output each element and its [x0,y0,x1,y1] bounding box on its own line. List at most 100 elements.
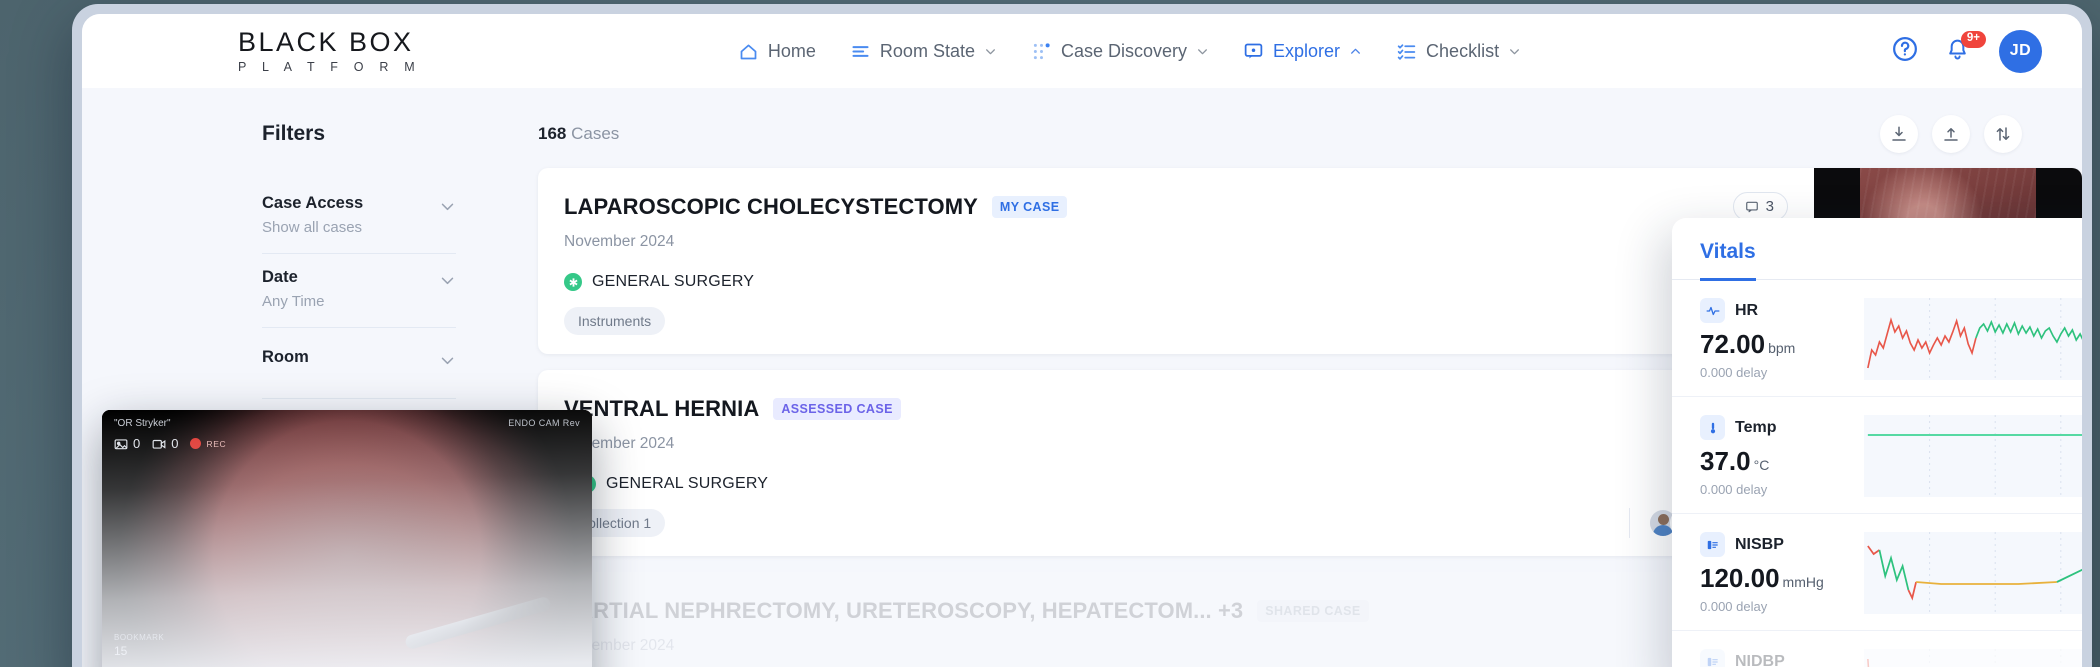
vital-delay: 0.000 delay [1700,365,1768,380]
vitals-tab[interactable]: Vitals [1700,240,1756,281]
video-icon [152,439,166,449]
chevron-down-icon [439,348,456,374]
vital-graph-nisbp[interactable] [1864,532,2082,614]
app-logo[interactable]: BLACK BOX P L A T F O R M [118,28,415,74]
nav-label: Checklist [1426,40,1500,61]
case-specialty: GENERAL SURGERY [578,475,1788,493]
vital-row-hr: HR 72.00 bpm 0.000 delay [1672,280,2082,397]
upload-button[interactable] [1932,115,1970,153]
video-clip-counter[interactable]: 0 [152,436,178,451]
vital-name: HR [1735,301,1759,319]
video-player-overlay[interactable]: "OR Stryker" 0 0 REC ENDO CAM Rev BOOKMA… [102,410,592,667]
nav-right-actions: 9+ JD [1891,29,2056,73]
screen-backdrop: BLACK BOX P L A T F O R M Home Room Stat… [0,0,2100,667]
case-count-number: 168 [538,124,567,143]
case-title-row: PARTIAL NEPHRECTOMY, URETEROSCOPY, HEPAT… [564,596,1788,625]
vital-unit: °C [1753,457,1770,473]
nav-menu: Home Room State Case Discovery Explorer … [368,41,1891,62]
specialty-icon [564,273,582,291]
nav-item-room-state[interactable]: Room State [850,41,997,62]
vital-name-row: HR [1700,298,1848,323]
notification-badge: 9+ [1960,31,1986,48]
blood-pressure-icon [1700,649,1725,667]
vitals-panel: Vitals HR 72.00 bpm 0.000 delay Temp 37.… [1672,218,2082,667]
image-icon [114,438,128,449]
vital-info: NIDBP 80.00mmHg 0.000 delay [1700,649,1848,667]
nav-item-checklist[interactable]: Checklist [1396,41,1521,62]
comment-count: 3 [1765,198,1774,215]
case-list-header: 168 Cases [512,114,2082,154]
vital-value: 72.00 bpm [1700,329,1848,360]
nav-item-case-discovery[interactable]: Case Discovery [1031,41,1209,62]
vital-info: Temp 37.0 °C 0.000 delay [1700,415,1848,497]
case-date: November 2024 [564,637,675,654]
chevron-down-icon [439,268,456,294]
filter-date[interactable]: Date Any Time [262,254,456,328]
list-toolbar [1880,115,2022,153]
comment-icon [1745,201,1758,212]
vital-delay: 0.000 delay [1700,482,1768,497]
notifications-button[interactable]: 9+ [1945,31,1986,66]
vital-name: Temp [1735,418,1777,436]
divider [1629,508,1630,538]
comment-count-pill[interactable]: 3 [1732,192,1788,221]
vital-name-row: NISBP [1700,532,1848,557]
video-source-info: "OR Stryker" 0 0 REC [114,418,226,451]
case-card-footer: Instruments JD [564,306,1788,336]
video-source-label: "OR Stryker" [114,418,171,429]
vital-name-row: NIDBP [1700,649,1848,667]
download-button[interactable] [1880,115,1918,153]
chevron-up-icon [1349,45,1362,58]
case-access-badge: MY CASE [991,195,1068,218]
vital-delay: 0.000 delay [1700,599,1768,614]
help-circle-icon[interactable] [1891,35,1919,68]
vital-graph-hr[interactable] [1864,298,2082,380]
top-navigation-bar: BLACK BOX P L A T F O R M Home Room Stat… [82,14,2082,88]
nav-label: Room State [879,40,975,61]
vital-name: NISBP [1735,535,1784,553]
heart-rate-icon [1700,298,1725,323]
case-card-body: PARTIAL NEPHRECTOMY, URETEROSCOPY, HEPAT… [538,572,1814,667]
nav-item-home[interactable]: Home [738,41,816,62]
nav-label: Explorer [1273,40,1341,61]
vital-graph-nidbp[interactable] [1864,649,2082,667]
vital-graph-temp[interactable] [1864,415,2082,497]
filter-label: Date [262,268,298,286]
thermometer-icon [1700,415,1725,440]
case-tag[interactable]: Instruments [564,307,666,335]
medical-cross-icon [568,277,578,287]
vital-value: 37.0 °C [1700,446,1848,477]
vital-row-nisbp: NISBP 120.00 mmHg 0.000 delay [1672,514,2082,631]
vital-info: NISBP 120.00 mmHg 0.000 delay [1700,532,1848,614]
case-title-row: LAPAROSCOPIC CHOLECYSTECTOMY MY CASE 3 [564,192,1788,221]
vital-info: HR 72.00 bpm 0.000 delay [1700,298,1848,380]
case-title-row: VENTRAL HERNIA ASSESSED CASE 1 [564,394,1788,423]
recording-indicator: REC [190,438,226,449]
user-avatar[interactable]: JD [1999,29,2042,73]
home-icon [738,41,759,62]
case-count-unit: Cases [571,124,620,143]
filter-room[interactable]: Room [262,328,456,399]
bookmark-value: 15 [114,644,128,658]
filter-case-access[interactable]: Case Access Show all cases [262,180,456,254]
vital-number: 72.00 [1700,329,1766,359]
record-dot-icon [190,438,202,449]
video-bookmark-info: BOOKMARK 15 [114,633,164,658]
filters-title: Filters [262,122,326,145]
vital-row-temp: Temp 37.0 °C 0.000 delay [1672,397,2082,514]
checklist-icon [1396,41,1417,62]
photo-counter[interactable]: 0 [114,436,140,451]
filter-value: Show all cases [262,219,363,236]
case-count: 168 Cases [538,124,619,144]
nav-item-explorer[interactable]: Explorer [1243,41,1362,62]
case-card-body: VENTRAL HERNIA ASSESSED CASE 1 November … [538,370,1814,556]
vital-row-nidbp: NIDBP 80.00mmHg 0.000 delay [1672,631,2082,667]
upload-icon [1944,128,1958,141]
room-state-icon [850,41,871,62]
case-title: LAPAROSCOPIC CHOLECYSTECTOMY [564,193,978,219]
case-access-badge: SHARED CASE [1257,599,1369,622]
filter-label: Room [262,348,309,366]
filter-label: Case Access [262,194,364,212]
sort-button[interactable] [1984,115,2022,153]
case-date: November 2024 [564,233,675,250]
